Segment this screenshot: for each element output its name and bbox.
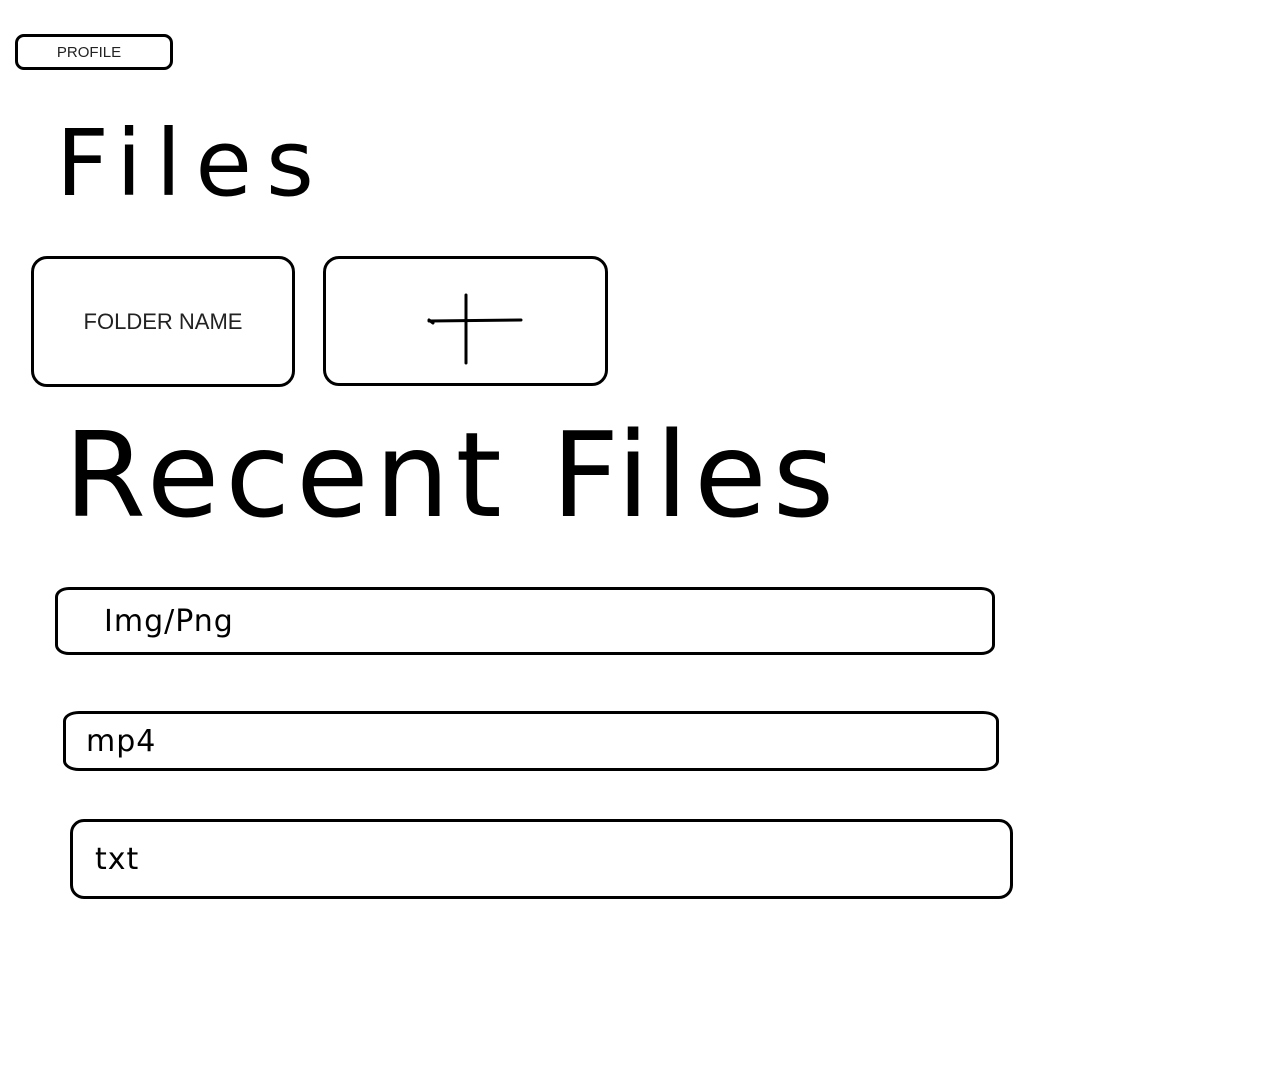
recent-files-heading: Recent Files (64, 406, 841, 544)
recent-file-row[interactable]: txt (70, 819, 1013, 899)
add-folder-button[interactable] (323, 256, 608, 386)
file-type-label: mp4 (86, 723, 157, 759)
recent-file-row[interactable]: Img/Png (55, 587, 995, 655)
files-heading: Files (56, 110, 328, 217)
file-type-label: txt (95, 841, 140, 877)
recent-file-row[interactable]: mp4 (63, 711, 999, 771)
file-type-label: Img/Png (104, 603, 234, 639)
profile-button[interactable]: PROFILE (15, 34, 173, 70)
folder-card[interactable]: FOLDER NAME (31, 256, 295, 387)
folder-name-label: FOLDER NAME (83, 308, 243, 334)
plus-icon (427, 293, 523, 365)
